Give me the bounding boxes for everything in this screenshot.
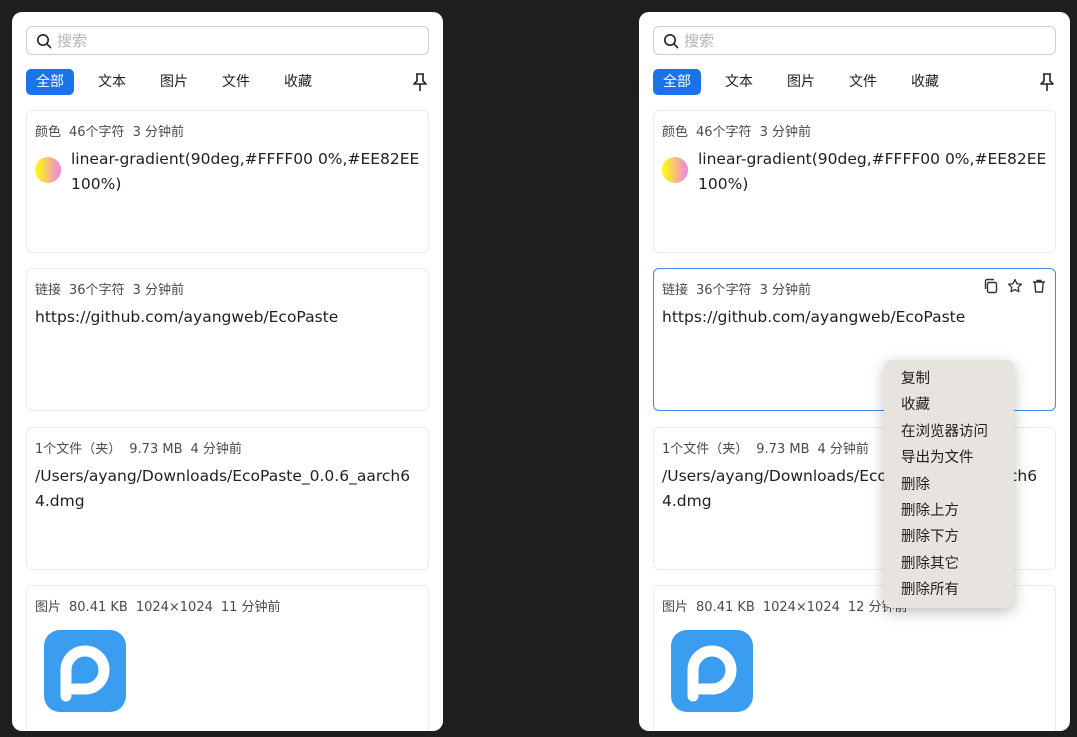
clipboard-panel-left: 搜索 全部 文本 图片 文件 收藏 颜色 46个字符 3 分钟前 linear-gr…: [12, 12, 443, 731]
search-icon: [37, 33, 52, 48]
tab-favorite[interactable]: 收藏: [901, 69, 949, 95]
tab-all[interactable]: 全部: [653, 69, 701, 95]
tab-file[interactable]: 文件: [212, 69, 260, 95]
card-meta: 图片 80.41 KB 1024×1024 12 分钟前: [662, 600, 908, 615]
tab-image[interactable]: 图片: [150, 69, 198, 95]
tab-all[interactable]: 全部: [26, 69, 74, 95]
tab-favorite[interactable]: 收藏: [274, 69, 322, 95]
menu-item-favorite[interactable]: 收藏: [884, 392, 1014, 418]
card-content: https://github.com/ayangweb/EcoPaste: [35, 308, 339, 326]
menu-item-copy[interactable]: 复制: [884, 366, 1014, 392]
tab-text[interactable]: 文本: [715, 69, 763, 95]
search-icon: [664, 33, 679, 48]
menu-item-delete[interactable]: 删除: [884, 472, 1014, 498]
tab-text[interactable]: 文本: [88, 69, 136, 95]
copy-icon[interactable]: [983, 278, 999, 294]
color-swatch: [662, 157, 688, 183]
search-input[interactable]: 搜索: [26, 26, 429, 55]
search-placeholder: 搜索: [684, 32, 715, 50]
search-placeholder: 搜索: [57, 32, 88, 50]
card-meta: 链接 36个字符 3 分钟前: [662, 283, 811, 298]
card-content: https://github.com/ayangweb/EcoPaste: [662, 308, 966, 326]
menu-item-export-to-file[interactable]: 导出为文件: [884, 445, 1014, 471]
trash-icon[interactable]: [1031, 278, 1047, 294]
menu-item-delete-others[interactable]: 删除其它: [884, 551, 1014, 577]
card-meta: 颜色 46个字符 3 分钟前: [662, 125, 811, 140]
card-meta: 图片 80.41 KB 1024×1024 11 分钟前: [35, 600, 281, 615]
menu-item-delete-all[interactable]: 删除所有: [884, 577, 1014, 603]
card-meta: 链接 36个字符 3 分钟前: [35, 283, 184, 298]
context-menu: 复制 收藏 在浏览器访问 导出为文件 删除 删除上方 删除下方 删除其它 删除所…: [884, 360, 1014, 608]
tab-bar: 全部 文本 图片 文件 收藏: [653, 69, 1056, 95]
card-content: linear-gradient(90deg,#FFFF00 0%,#EE82EE…: [35, 147, 420, 197]
card-toolbar: [975, 278, 1047, 294]
clip-card-color[interactable]: 颜色 46个字符 3 分钟前 linear-gradient(90deg,#FFFF…: [653, 110, 1056, 253]
tab-image[interactable]: 图片: [777, 69, 825, 95]
clip-card-link[interactable]: 链接 36个字符 3 分钟前 https://github.com/ayangweb…: [26, 268, 429, 411]
color-swatch: [35, 157, 61, 183]
search-input[interactable]: 搜索: [653, 26, 1056, 55]
ecopaste-logo-icon: [671, 630, 753, 712]
pin-icon[interactable]: [1038, 72, 1056, 92]
star-icon[interactable]: [1007, 278, 1023, 294]
card-meta: 1个文件（夹） 9.73 MB 4 分钟前: [35, 442, 242, 457]
menu-item-delete-below[interactable]: 删除下方: [884, 524, 1014, 550]
tab-bar: 全部 文本 图片 文件 收藏: [26, 69, 429, 95]
menu-item-delete-above[interactable]: 删除上方: [884, 498, 1014, 524]
clip-card-color[interactable]: 颜色 46个字符 3 分钟前 linear-gradient(90deg,#FFFF…: [26, 110, 429, 253]
ecopaste-logo-icon: [44, 630, 126, 712]
menu-item-open-in-browser[interactable]: 在浏览器访问: [884, 419, 1014, 445]
card-meta: 1个文件（夹） 9.73 MB 4 分钟前: [662, 442, 869, 457]
pin-icon[interactable]: [411, 72, 429, 92]
clip-card-file[interactable]: 1个文件（夹） 9.73 MB 4 分钟前 /Users/ayang/Downloa…: [26, 427, 429, 570]
tab-file[interactable]: 文件: [839, 69, 887, 95]
clip-card-image[interactable]: 图片 80.41 KB 1024×1024 11 分钟前: [26, 585, 429, 731]
card-content: linear-gradient(90deg,#FFFF00 0%,#EE82EE…: [662, 147, 1047, 197]
card-content: /Users/ayang/Downloads/EcoPaste_0.0.6_aa…: [35, 467, 411, 510]
card-meta: 颜色 46个字符 3 分钟前: [35, 125, 184, 140]
